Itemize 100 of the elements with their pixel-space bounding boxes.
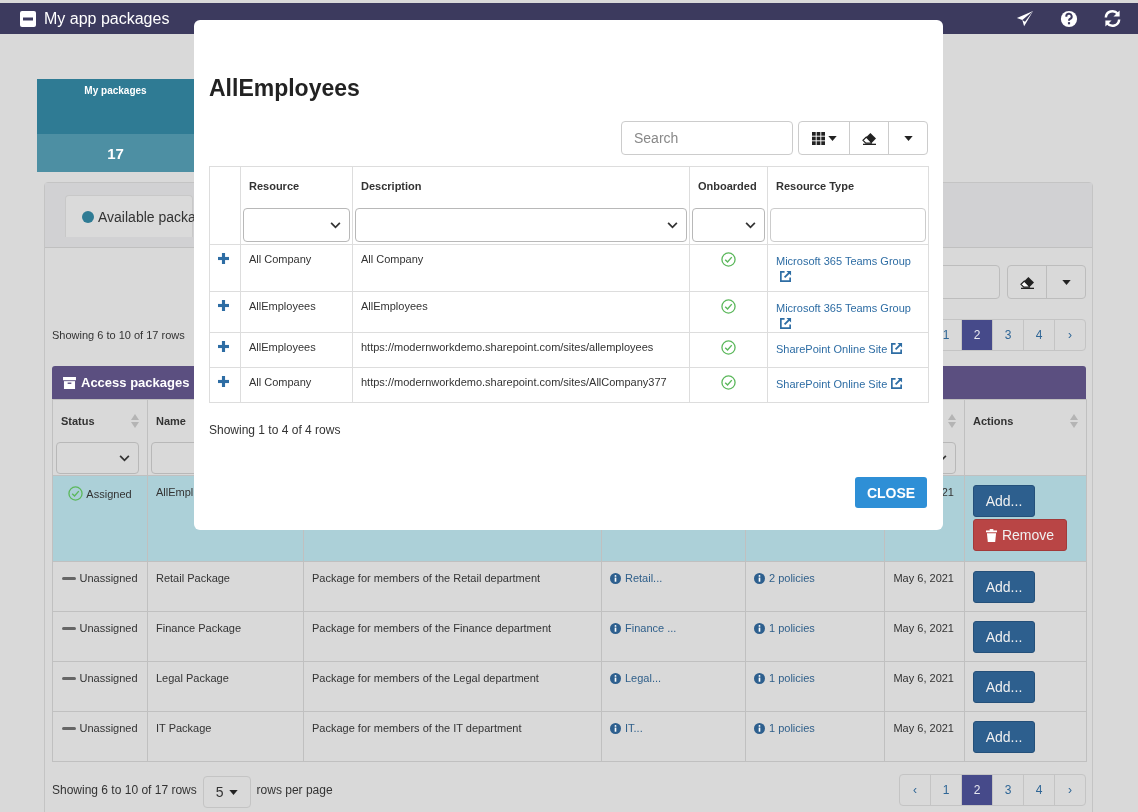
status-text: Unassigned xyxy=(79,672,138,684)
date-text: May 6, 2021 xyxy=(893,622,954,634)
external-link-icon xyxy=(779,317,792,330)
expand-icon[interactable] xyxy=(218,341,229,352)
page-link[interactable]: › xyxy=(1054,320,1085,350)
page-link[interactable]: › xyxy=(1054,775,1085,805)
column-header[interactable]: Name xyxy=(156,415,186,427)
page-size-button[interactable]: 5 xyxy=(202,776,251,808)
rows-summary: Showing 1 to 4 of 4 rows xyxy=(209,423,342,437)
add-button[interactable]: Add... xyxy=(973,485,1035,517)
resource-description: https://modernworkdemo.sharepoint.com/sites/AllCompany377 xyxy=(361,376,667,388)
resource-name: AllEmployees xyxy=(249,341,316,353)
external-link-icon xyxy=(779,270,792,283)
page-link[interactable]: ‹ xyxy=(900,775,930,805)
expand-icon[interactable] xyxy=(218,376,229,387)
resource-name: All Company xyxy=(249,253,312,265)
trash-icon xyxy=(985,528,997,542)
refresh-icon[interactable] xyxy=(1103,9,1122,28)
status-text: Unassigned xyxy=(79,722,138,734)
remove-button[interactable]: Remove xyxy=(973,519,1067,551)
grid-icon xyxy=(811,131,825,145)
chevron-icon xyxy=(745,221,756,229)
page-link[interactable]: 4 xyxy=(1023,320,1054,350)
package-description: Package for members of the Retail department xyxy=(312,572,541,584)
chevron-icon xyxy=(330,221,341,229)
info-icon xyxy=(754,672,765,684)
status-text: Unassigned xyxy=(79,572,138,584)
tile-label: My packages xyxy=(83,84,148,98)
info-icon xyxy=(754,722,765,734)
package-description: Package for members of the Legal department xyxy=(312,672,539,684)
policies-link[interactable]: 1 policies xyxy=(754,722,815,734)
info-icon xyxy=(754,622,765,634)
page-link[interactable]: 2 xyxy=(961,320,992,350)
close-button[interactable]: CLOSE xyxy=(855,477,927,508)
date-text: May 6, 2021 xyxy=(893,722,954,734)
package-description: Package for members of the Finance department xyxy=(312,622,552,634)
caret-icon xyxy=(1061,279,1071,285)
search-field[interactable]: Search xyxy=(621,121,793,155)
page-link[interactable]: 4 xyxy=(1023,775,1054,805)
chevron-icon xyxy=(119,454,130,462)
info-icon xyxy=(610,672,621,684)
rows-summary: Showing 6 to 10 of 17 rows xyxy=(52,329,185,341)
package-name: Finance Package xyxy=(156,622,241,634)
resource-name: AllEmployees xyxy=(249,300,316,312)
external-link-icon xyxy=(890,377,904,390)
package-name: Legal Package xyxy=(156,672,229,684)
column-header[interactable]: Actions xyxy=(973,415,1014,427)
eraser-icon xyxy=(1019,275,1035,289)
info-icon xyxy=(610,622,621,634)
resource-name: All Company xyxy=(249,376,312,388)
date-text: May 6, 2021 xyxy=(893,572,954,584)
archive-icon xyxy=(63,376,76,389)
caret-icon xyxy=(827,135,837,141)
info-link[interactable]: Retail... xyxy=(610,572,663,584)
caret-icon xyxy=(228,789,238,795)
policies-link[interactable]: 2 policies xyxy=(754,572,815,584)
page-link[interactable]: 3 xyxy=(992,320,1023,350)
status-text: Unassigned xyxy=(79,622,138,634)
package-count: 17 xyxy=(37,134,194,172)
date-text: May 6, 2021 xyxy=(893,672,954,684)
package-name: IT Package xyxy=(156,722,212,734)
info-icon xyxy=(610,572,621,584)
page-link[interactable]: 2 xyxy=(961,775,992,805)
add-button[interactable]: Add... xyxy=(973,721,1035,753)
rows-per-page-label: rows per page xyxy=(256,783,333,797)
package-name: Retail Package xyxy=(156,572,230,584)
package-name: AllEmpl xyxy=(156,486,194,498)
expand-icon[interactable] xyxy=(218,300,229,311)
send-icon[interactable] xyxy=(1015,9,1035,28)
info-link[interactable]: Finance ... xyxy=(610,622,677,634)
help-icon[interactable] xyxy=(1060,9,1078,28)
dialog-title: AllEmployees xyxy=(209,75,361,103)
status-text: Assigned xyxy=(86,487,132,500)
date-text: 21 xyxy=(941,486,954,498)
policies-link[interactable]: 1 policies xyxy=(754,622,815,634)
page-link[interactable]: 3 xyxy=(992,775,1023,805)
resource-description: All Company xyxy=(361,253,424,265)
add-button[interactable]: Add... xyxy=(973,621,1035,653)
table-title: Access packages xyxy=(81,375,190,390)
collapse-icon xyxy=(20,10,36,27)
info-icon xyxy=(610,722,621,734)
external-link-icon xyxy=(890,342,904,355)
add-button[interactable]: Add... xyxy=(973,571,1035,603)
caret-icon xyxy=(903,135,913,141)
filter-field[interactable] xyxy=(770,208,926,242)
chevron-icon xyxy=(667,221,678,229)
info-link[interactable]: IT... xyxy=(610,722,643,734)
add-button[interactable]: Add... xyxy=(973,671,1035,703)
column-header[interactable]: Status xyxy=(61,415,95,427)
info-icon xyxy=(754,572,765,584)
resource-description: AllEmployees xyxy=(361,300,428,312)
policies-link[interactable]: 1 policies xyxy=(754,672,815,684)
summary-tile[interactable]: My packages 17 xyxy=(37,79,194,172)
eraser-icon xyxy=(861,131,877,145)
resource-description: https://modernworkdemo.sharepoint.com/sites/allemployees xyxy=(361,341,654,353)
expand-icon[interactable] xyxy=(218,253,229,264)
rows-summary: Showing 6 to 10 of 17 rows xyxy=(52,783,197,797)
package-description: Package for members of the IT department xyxy=(312,722,522,734)
info-link[interactable]: Legal... xyxy=(610,672,662,684)
dot-icon xyxy=(82,210,94,223)
